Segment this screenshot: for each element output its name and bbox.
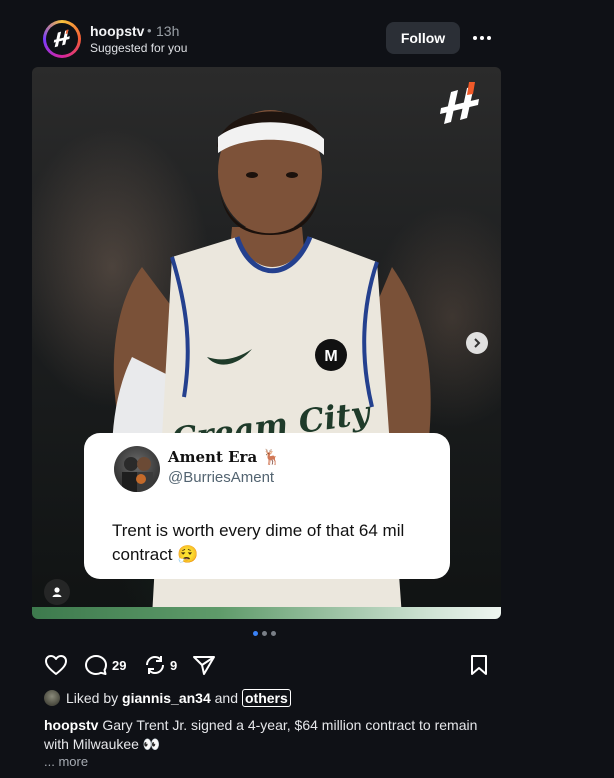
hoopstv-watermark-icon xyxy=(440,82,479,124)
caption-more-link[interactable]: ... more xyxy=(44,754,88,769)
separator-dot: • xyxy=(147,23,152,38)
repost-icon xyxy=(146,655,164,675)
share-button[interactable] xyxy=(192,654,216,676)
bookmark-icon xyxy=(471,655,487,675)
post-header: hoopstv • 13h Suggested for you Follow xyxy=(43,20,614,60)
caption-text: Gary Trent Jr. signed a 4-year, $64 mill… xyxy=(44,717,478,752)
post-media[interactable]: M Cream City 5 Ament xyxy=(32,67,501,619)
hoopstv-logo-icon xyxy=(53,29,70,48)
post-actions: 29 9 xyxy=(44,654,494,678)
tagged-people-button[interactable] xyxy=(44,579,70,605)
and-label: and xyxy=(214,690,238,706)
follow-button[interactable]: Follow xyxy=(386,22,460,54)
tweet-author-handle: @BurriesAment xyxy=(168,469,275,486)
media-bottom-strip xyxy=(32,607,501,619)
liker-username[interactable]: giannis_an34 xyxy=(122,690,211,706)
post-caption: hoopstv Gary Trent Jr. signed a 4-year, … xyxy=(44,716,494,754)
comment-count: 29 xyxy=(112,657,127,673)
comment-button[interactable]: 29 xyxy=(84,654,126,676)
caption-username[interactable]: hoopstv xyxy=(44,717,98,733)
comment-icon xyxy=(85,655,107,675)
person-icon xyxy=(52,587,62,597)
carousel-dot xyxy=(262,631,267,636)
svg-text:M: M xyxy=(324,348,337,365)
tweet-author-avatar xyxy=(114,446,160,492)
suggested-label: Suggested for you xyxy=(90,41,188,55)
post-time: 13h xyxy=(156,23,180,39)
repost-count: 9 xyxy=(170,657,178,673)
tweet-text: Trent is worth every dime of that 64 mil… xyxy=(112,521,405,564)
post-username[interactable]: hoopstv xyxy=(90,23,144,39)
tweet-card: Ament Era 🦌 @BurriesAment Trent is worth… xyxy=(84,433,450,579)
liked-by-label: Liked by xyxy=(66,690,119,706)
next-slide-button[interactable] xyxy=(466,332,488,354)
carousel-indicator xyxy=(253,631,276,636)
profile-avatar[interactable] xyxy=(43,20,81,58)
others-link[interactable]: others xyxy=(242,689,291,707)
chevron-right-icon xyxy=(474,338,481,348)
carousel-dot xyxy=(253,631,258,636)
tweet-author-name: Ament Era 🦌 xyxy=(168,448,282,466)
more-options-icon[interactable] xyxy=(470,28,494,48)
save-button[interactable] xyxy=(469,654,489,676)
carousel-dot xyxy=(271,631,276,636)
repost-button[interactable]: 9 xyxy=(144,654,177,676)
send-icon xyxy=(193,656,215,675)
liker-avatar[interactable] xyxy=(44,690,60,706)
likes-summary: Liked by giannis_an34 and others xyxy=(44,689,291,707)
heart-icon xyxy=(45,655,67,675)
like-button[interactable] xyxy=(44,654,68,676)
